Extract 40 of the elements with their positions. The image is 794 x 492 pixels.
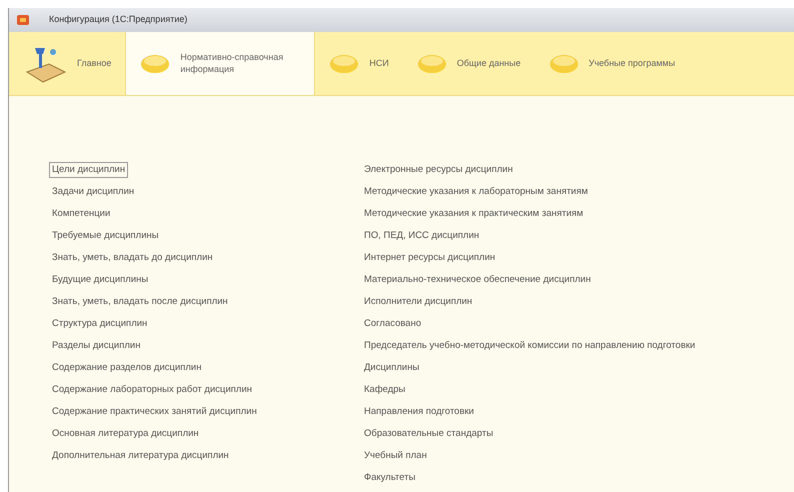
nav-link[interactable]: Образовательные стандарты: [361, 426, 496, 442]
nav-link[interactable]: Задачи дисциплин: [49, 184, 138, 200]
nav-link[interactable]: Дисциплины: [361, 360, 422, 376]
nav-link[interactable]: Электронные ресурсы дисциплин: [361, 162, 516, 178]
disc-icon: [329, 54, 360, 74]
nav-link[interactable]: Председатель учебно-методической комиссии по направлению подготовки: [361, 338, 698, 354]
nav-link[interactable]: Цели дисциплин: [49, 162, 128, 178]
nav-link[interactable]: Интернет ресурсы дисциплин: [361, 250, 498, 266]
nav-link[interactable]: Материально-техническое обеспечение дисциплин: [361, 272, 594, 288]
nav-link[interactable]: Исполнители дисциплин: [361, 294, 476, 310]
disc-icon: [140, 54, 170, 74]
nav-link[interactable]: Компетенции: [49, 206, 114, 222]
nav-link[interactable]: Знать, уметь, владать после дисциплин: [49, 294, 231, 310]
nav-link[interactable]: Согласовано: [361, 316, 424, 332]
nav-link[interactable]: Кафедры: [361, 382, 408, 398]
nav-link[interactable]: Содержание лабораторных работ дисциплин: [49, 382, 256, 398]
section-tab[interactable]: Учебные программы: [534, 32, 690, 95]
nav-link[interactable]: Учебный план: [361, 448, 430, 464]
nav-link[interactable]: Методические указания к лабораторным занятиям: [361, 184, 591, 200]
nav-link[interactable]: Дополнительная литература дисциплин: [49, 448, 232, 464]
disc-icon: [548, 54, 579, 74]
window-title: Конфигурация (1С:Предприятие): [49, 13, 188, 26]
section-tab[interactable]: Главное: [9, 32, 126, 95]
nav-link[interactable]: Содержание практических занятий дисциплин: [49, 404, 260, 420]
section-tab[interactable]: Общие данные: [402, 32, 535, 95]
section-tab[interactable]: НСИ: [315, 32, 403, 95]
nav-link[interactable]: Знать, уметь, владать до дисциплин: [49, 250, 216, 266]
nav-link[interactable]: Содержание разделов дисциплин: [49, 360, 204, 376]
nav-link[interactable]: Основная литература дисциплин: [49, 426, 202, 442]
nav-link[interactable]: Факультеты: [361, 470, 418, 486]
disc-icon: [416, 54, 447, 74]
section-tab[interactable]: Нормативно-справочная информация: [125, 32, 316, 95]
nav-link[interactable]: Методические указания к практическим занятиям: [361, 206, 586, 222]
nav-link[interactable]: Будущие дисциплины: [49, 272, 152, 288]
nav-link[interactable]: Структура дисциплин: [49, 316, 150, 332]
nav-link[interactable]: Разделы дисциплин: [49, 338, 144, 354]
app-icon: [17, 15, 29, 25]
nav-link[interactable]: Направления подготовки: [361, 404, 477, 420]
nav-link[interactable]: ПО, ПЕД, ИСС дисциплин: [361, 228, 482, 244]
nav-link[interactable]: Требуемые дисциплины: [49, 228, 162, 244]
